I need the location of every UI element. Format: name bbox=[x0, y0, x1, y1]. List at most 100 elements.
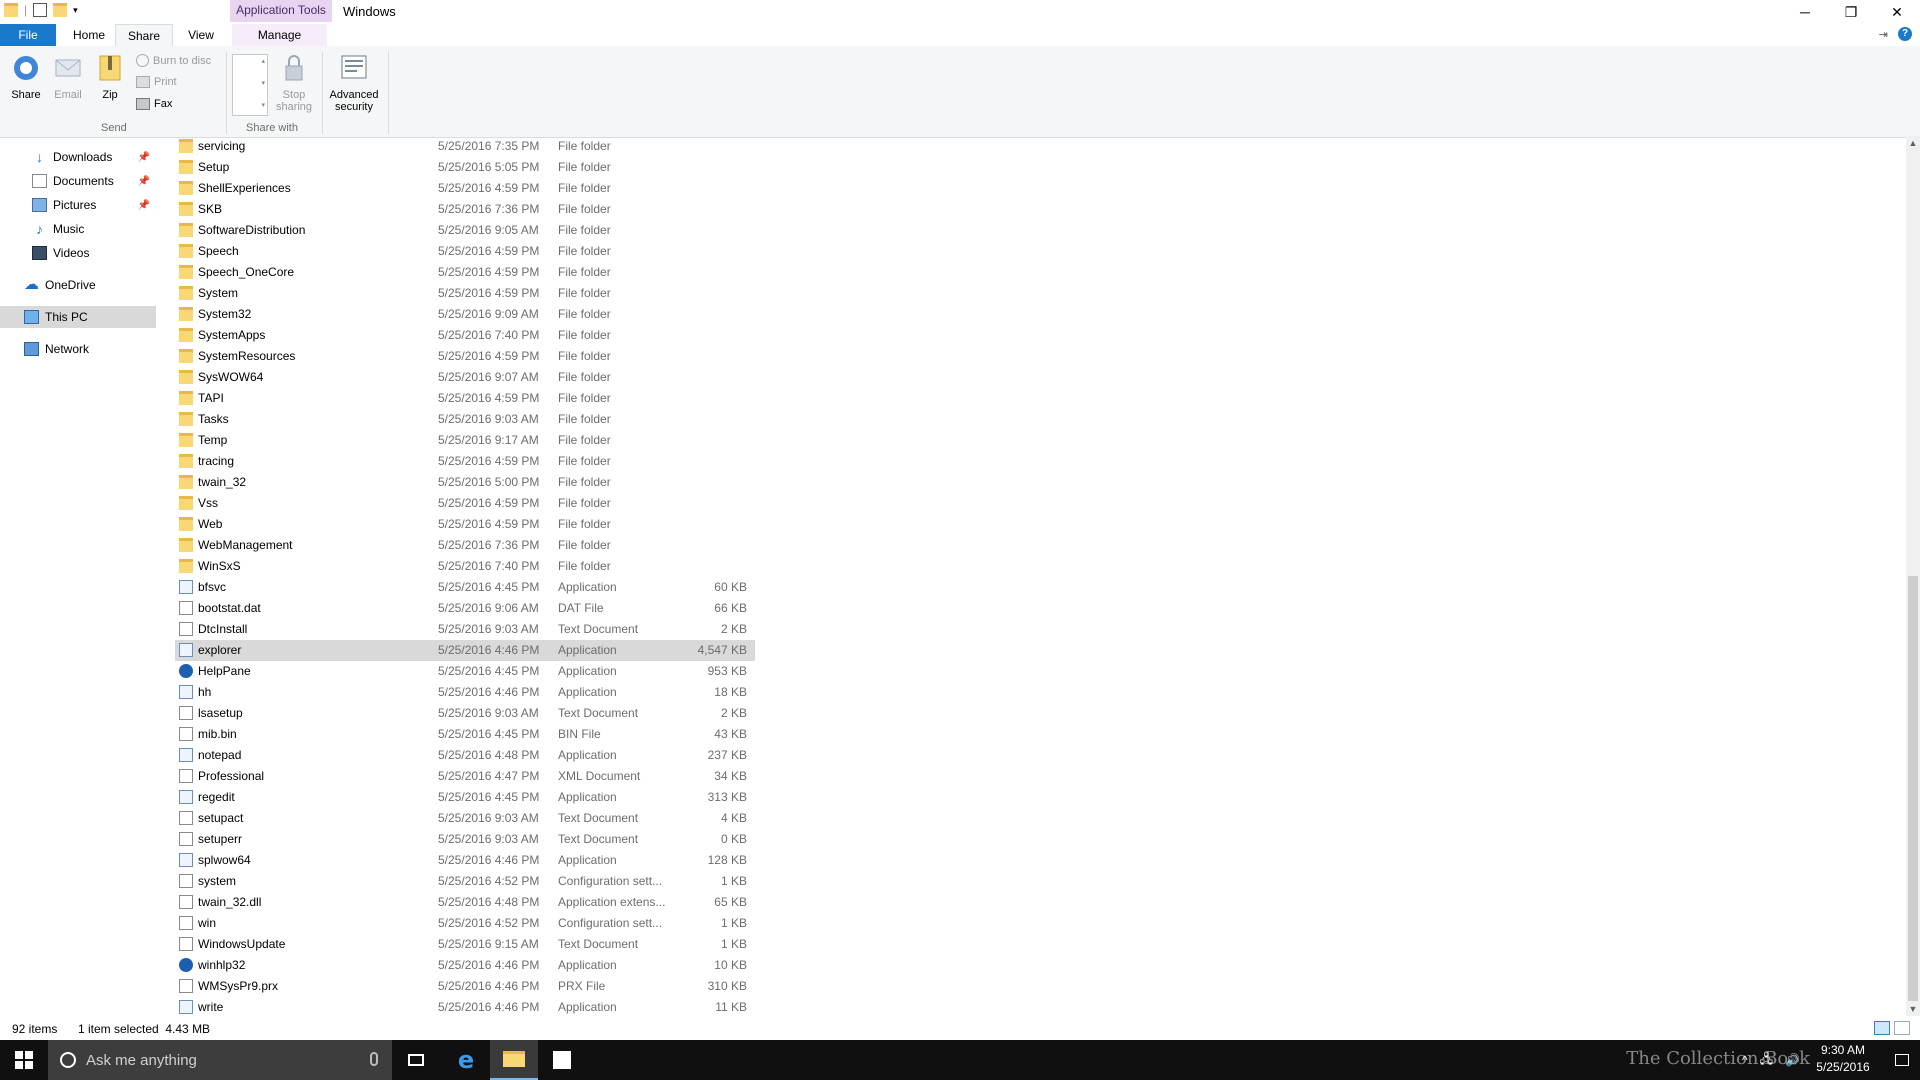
file-row[interactable]: Tasks 5/25/2016 9:03 AM File folder bbox=[175, 409, 755, 430]
file-row[interactable]: Web 5/25/2016 4:59 PM File folder bbox=[175, 514, 755, 535]
file-row[interactable]: WindowsUpdate 5/25/2016 9:15 AM Text Docum… bbox=[175, 934, 755, 955]
start-button[interactable] bbox=[0, 1040, 48, 1080]
email-button[interactable]: Email bbox=[46, 52, 90, 101]
folder-icon bbox=[179, 160, 193, 174]
file-row[interactable]: setupact 5/25/2016 9:03 AM Text Document 4 … bbox=[175, 808, 755, 829]
minimize-button[interactable]: ─ bbox=[1782, 0, 1828, 24]
file-row[interactable]: Professional 5/25/2016 4:47 PM XML Documen… bbox=[175, 766, 755, 787]
file-row[interactable]: DtcInstall 5/25/2016 9:03 AM Text Document… bbox=[175, 619, 755, 640]
fax-button[interactable]: Fax bbox=[136, 98, 172, 110]
nav-item-pictures[interactable]: Pictures 📌 bbox=[0, 194, 156, 216]
vertical-scrollbar[interactable]: ▲ ▼ bbox=[1906, 136, 1920, 1016]
nav-item-onedrive[interactable]: ☁ OneDrive bbox=[0, 274, 156, 296]
file-row[interactable]: System 5/25/2016 4:59 PM File folder bbox=[175, 283, 755, 304]
nav-item-downloads[interactable]: ↓ Downloads 📌 bbox=[0, 146, 156, 168]
file-row[interactable]: splwow64 5/25/2016 4:46 PM Application 128 … bbox=[175, 850, 755, 871]
file-row[interactable]: HelpPane 5/25/2016 4:45 PM Application 953 … bbox=[175, 661, 755, 682]
clock[interactable]: 9:30 AM 5/25/2016 bbox=[1806, 1042, 1880, 1076]
file-row[interactable]: System32 5/25/2016 9:09 AM File folder bbox=[175, 304, 755, 325]
customize-qat-chevron-icon[interactable]: ▾ bbox=[73, 5, 78, 16]
file-date: 5/25/2016 9:05 AM bbox=[438, 223, 539, 237]
file-row[interactable]: system 5/25/2016 4:52 PM Configuration set… bbox=[175, 871, 755, 892]
share-with-list[interactable]: ▴ ▾ ▾ bbox=[232, 54, 268, 116]
volume-icon[interactable]: 🔊 bbox=[1785, 1053, 1800, 1067]
file-row[interactable]: setuperr 5/25/2016 9:03 AM Text Document 0 … bbox=[175, 829, 755, 850]
pin-icon[interactable]: 📌 bbox=[138, 176, 150, 187]
pin-icon[interactable]: 📌 bbox=[138, 200, 150, 211]
file-row[interactable]: Temp 5/25/2016 9:17 AM File folder bbox=[175, 430, 755, 451]
properties-icon[interactable] bbox=[33, 3, 48, 17]
file-row[interactable]: WinSxS 5/25/2016 7:40 PM File folder bbox=[175, 556, 755, 577]
file-row[interactable]: explorer 5/25/2016 4:46 PM Application 4,54… bbox=[175, 640, 755, 661]
file-row[interactable]: SKB 5/25/2016 7:36 PM File folder bbox=[175, 199, 755, 220]
details-view-icon[interactable] bbox=[1874, 1021, 1890, 1035]
file-row[interactable]: Setup 5/25/2016 5:05 PM File folder bbox=[175, 157, 755, 178]
document-icon bbox=[179, 895, 193, 909]
file-row[interactable]: SystemResources 5/25/2016 4:59 PM File fol… bbox=[175, 346, 755, 367]
file-row[interactable]: mib.bin 5/25/2016 4:45 PM BIN File 43 KB bbox=[175, 724, 755, 745]
help-icon[interactable]: ? bbox=[1898, 27, 1912, 41]
share-button[interactable]: Share bbox=[4, 52, 48, 101]
file-row[interactable]: write 5/25/2016 4:46 PM Application 11 KB bbox=[175, 997, 755, 1018]
tab-manage[interactable]: Manage bbox=[232, 24, 327, 46]
more-icon[interactable]: ▾ bbox=[261, 101, 265, 109]
file-row[interactable]: SysWOW64 5/25/2016 9:07 AM File folder bbox=[175, 367, 755, 388]
tab-share[interactable]: Share bbox=[115, 24, 173, 46]
pin-ribbon-icon[interactable]: ⇥ bbox=[1879, 28, 1888, 41]
file-row[interactable]: hh 5/25/2016 4:46 PM Application 18 KB bbox=[175, 682, 755, 703]
action-center-button[interactable] bbox=[1884, 1040, 1920, 1080]
file-explorer-button[interactable] bbox=[490, 1040, 538, 1080]
cortana-search-box[interactable]: Ask me anything bbox=[48, 1040, 392, 1080]
network-tray-icon[interactable]: 🖧 bbox=[1760, 1050, 1773, 1071]
nav-item-music[interactable]: ♪ Music bbox=[0, 218, 156, 240]
advanced-security-button[interactable]: Advanced security bbox=[328, 52, 380, 113]
microphone-icon[interactable] bbox=[370, 1052, 378, 1066]
store-button[interactable] bbox=[538, 1040, 586, 1080]
scrollbar-thumb[interactable] bbox=[1908, 576, 1918, 1001]
file-row[interactable]: WebManagement 5/25/2016 7:36 PM File folde… bbox=[175, 535, 755, 556]
scroll-down-icon[interactable]: ▾ bbox=[261, 79, 265, 87]
scroll-up-icon[interactable]: ▴ bbox=[261, 57, 265, 65]
file-row[interactable]: Speech 5/25/2016 4:59 PM File folder bbox=[175, 241, 755, 262]
file-row[interactable]: regedit 5/25/2016 4:45 PM Application 313 K… bbox=[175, 787, 755, 808]
tab-view[interactable]: View bbox=[181, 24, 221, 46]
file-row[interactable]: twain_32 5/25/2016 5:00 PM File folder bbox=[175, 472, 755, 493]
nav-item-this-pc[interactable]: This PC bbox=[0, 306, 156, 328]
stop-sharing-button[interactable]: Stop sharing bbox=[272, 52, 316, 113]
folder-icon[interactable] bbox=[4, 3, 18, 17]
file-row[interactable]: SystemApps 5/25/2016 7:40 PM File folder bbox=[175, 325, 755, 346]
file-row[interactable]: Speech_OneCore 5/25/2016 4:59 PM File fold… bbox=[175, 262, 755, 283]
close-button[interactable]: ✕ bbox=[1874, 0, 1920, 24]
file-row[interactable]: notepad 5/25/2016 4:48 PM Application 237 K… bbox=[175, 745, 755, 766]
edge-button[interactable]: e bbox=[442, 1040, 490, 1080]
file-row[interactable]: SoftwareDistribution 5/25/2016 9:05 AM Fil… bbox=[175, 220, 755, 241]
file-row[interactable]: WMSysPr9.prx 5/25/2016 4:46 PM PRX File 310… bbox=[175, 976, 755, 997]
file-row[interactable]: twain_32.dll 5/25/2016 4:48 PM Application… bbox=[175, 892, 755, 913]
restore-button[interactable]: ❐ bbox=[1828, 0, 1874, 24]
file-row[interactable]: tracing 5/25/2016 4:59 PM File folder bbox=[175, 451, 755, 472]
tab-file[interactable]: File bbox=[0, 24, 56, 46]
file-row[interactable]: TAPI 5/25/2016 4:59 PM File folder bbox=[175, 388, 755, 409]
zip-button[interactable]: Zip bbox=[88, 52, 132, 101]
pin-icon[interactable]: 📌 bbox=[138, 152, 150, 163]
burn-to-disc-button[interactable]: Burn to disc bbox=[136, 54, 211, 67]
file-row[interactable]: bootstat.dat 5/25/2016 9:06 AM DAT File 66 … bbox=[175, 598, 755, 619]
file-row[interactable]: bfsvc 5/25/2016 4:45 PM Application 60 KB bbox=[175, 577, 755, 598]
file-row[interactable]: ShellExperiences 5/25/2016 4:59 PM File fo… bbox=[175, 178, 755, 199]
nav-item-videos[interactable]: Videos bbox=[0, 242, 156, 264]
tab-home[interactable]: Home bbox=[68, 24, 110, 46]
nav-item-documents[interactable]: Documents 📌 bbox=[0, 170, 156, 192]
scroll-up-arrow-icon[interactable]: ▲ bbox=[1906, 136, 1920, 150]
file-row[interactable]: servicing 5/25/2016 7:35 PM File folder bbox=[175, 136, 755, 157]
file-row[interactable]: win 5/25/2016 4:52 PM Configuration sett..… bbox=[175, 913, 755, 934]
new-folder-icon[interactable] bbox=[53, 3, 68, 17]
print-button[interactable]: Print bbox=[136, 76, 177, 88]
show-hidden-icons-chevron-icon[interactable]: ^ bbox=[1742, 1053, 1748, 1067]
file-row[interactable]: lsasetup 5/25/2016 9:03 AM Text Document 2 … bbox=[175, 703, 755, 724]
task-view-button[interactable] bbox=[392, 1040, 440, 1080]
nav-item-network[interactable]: Network bbox=[0, 338, 156, 360]
large-icons-view-icon[interactable] bbox=[1894, 1021, 1910, 1035]
scroll-down-arrow-icon[interactable]: ▼ bbox=[1906, 1002, 1920, 1016]
file-row[interactable]: winhlp32 5/25/2016 4:46 PM Application 10 K… bbox=[175, 955, 755, 976]
file-row[interactable]: Vss 5/25/2016 4:59 PM File folder bbox=[175, 493, 755, 514]
